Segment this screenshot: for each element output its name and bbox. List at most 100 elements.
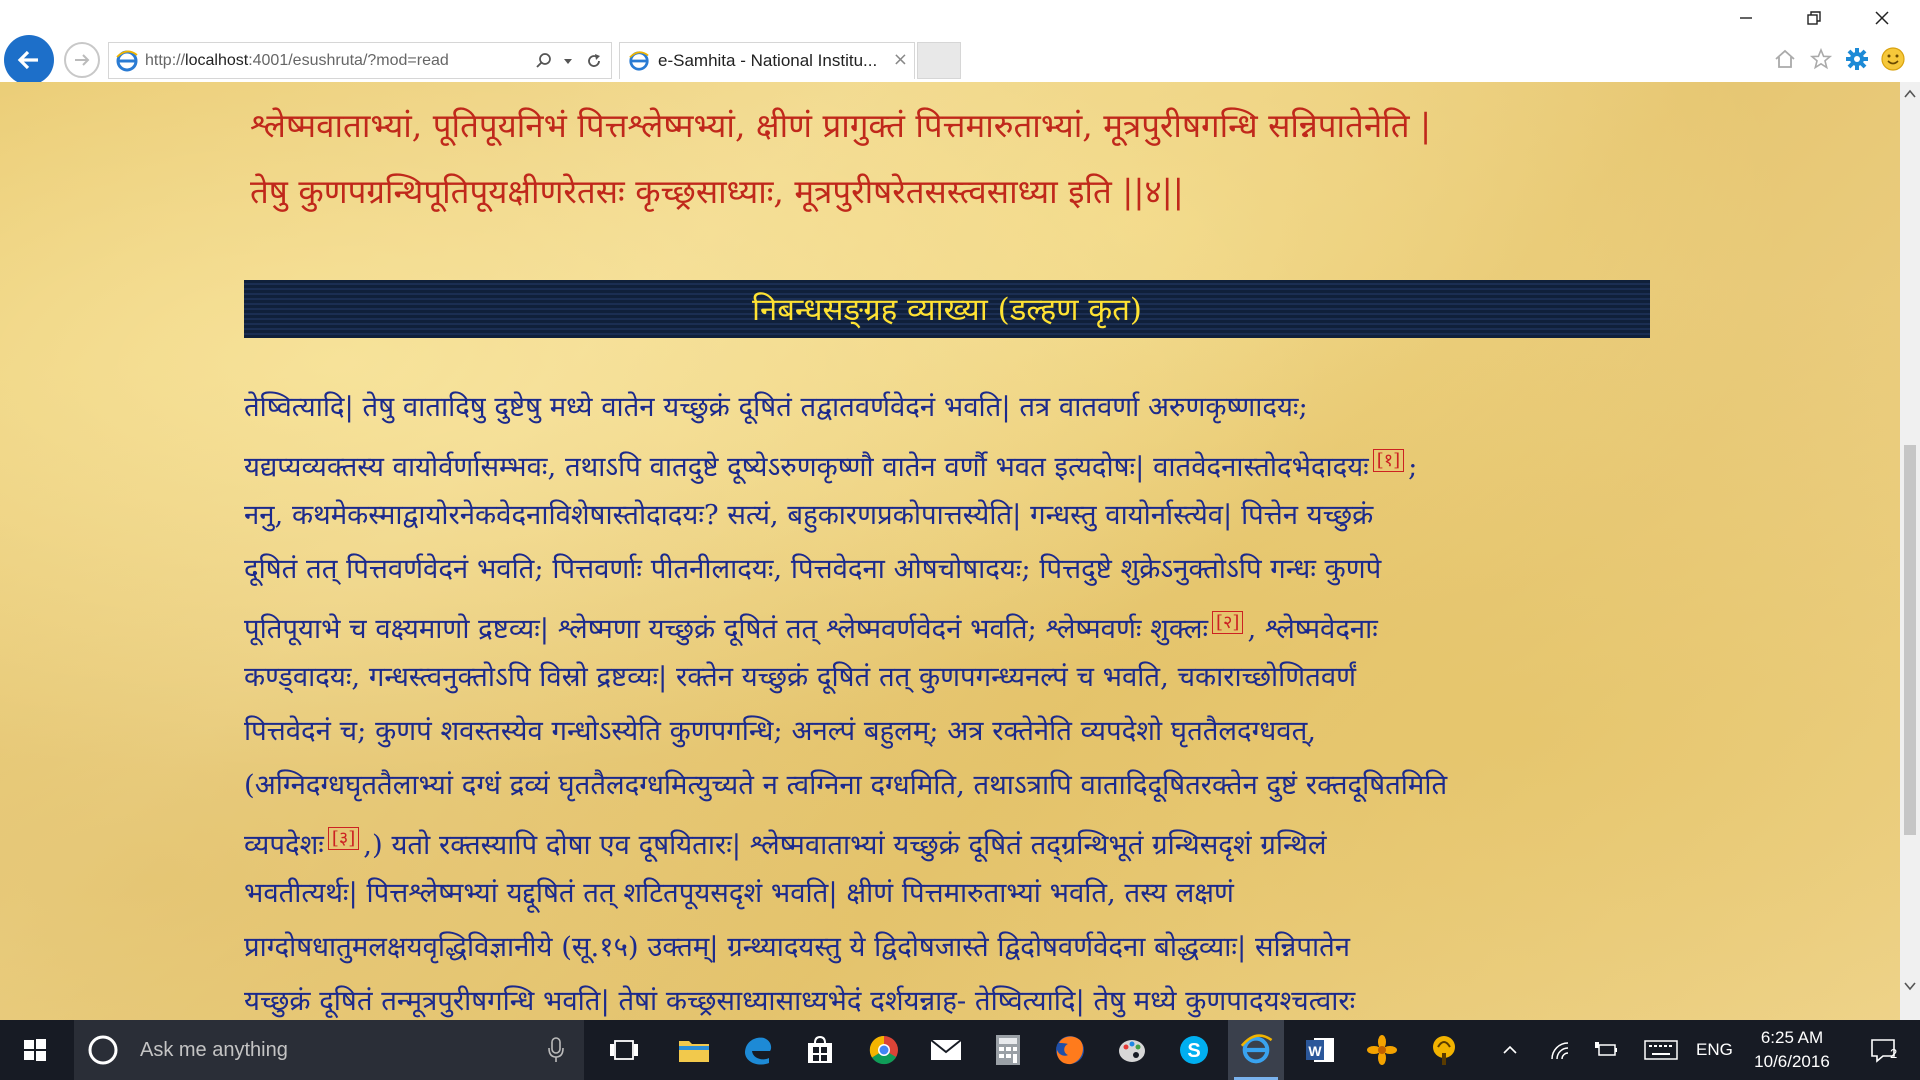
home-button[interactable]	[1770, 44, 1800, 74]
internet-explorer-icon	[1240, 1034, 1273, 1064]
scroll-down-button[interactable]	[1902, 978, 1918, 994]
refresh-button[interactable]	[583, 49, 605, 73]
task-view-icon	[610, 1040, 638, 1060]
commentary-line: (अग्निदग्धघृततैलाभ्यां दग्धं द्रव्यं घृत…	[244, 758, 1664, 812]
new-tab-button[interactable]	[917, 42, 961, 79]
paint-button[interactable]	[1104, 1020, 1160, 1080]
chevron-down-icon	[1904, 982, 1916, 991]
skype-button[interactable]: S	[1166, 1020, 1222, 1080]
feedback-button[interactable]	[1878, 44, 1908, 74]
restore-button[interactable]	[1784, 0, 1844, 36]
gear-icon	[1846, 48, 1868, 70]
commentary-line: व्यपदेशः [३],) यतो रक्तस्यापि दोषा एव दूष…	[244, 812, 1664, 866]
footnote-link[interactable]: [२]	[1212, 611, 1244, 634]
commentary-text: ,) यतो रक्तस्यापि दोषा एव दूषयितारः| श्ल…	[363, 829, 1327, 862]
commentary-text: , श्लेष्मवेदनाः	[1247, 613, 1378, 646]
flower-icon	[1367, 1035, 1397, 1065]
back-button[interactable]	[4, 35, 54, 85]
edge-button[interactable]	[730, 1020, 786, 1080]
commentary-text: व्यपदेशः	[244, 829, 324, 862]
word-button[interactable]: W	[1292, 1020, 1348, 1080]
commentary-line: प्राग्दोषधातुमलक्षयवृद्धिविज्ञानीये (सू.…	[244, 920, 1664, 974]
address-dropdown[interactable]	[557, 49, 579, 73]
svg-text:S: S	[1187, 1040, 1200, 1062]
commentary-text: भवतीत्यर्थः| पित्तश्लेष्मभ्यां यद्दूषितं…	[244, 877, 1234, 909]
tab-close-button[interactable]: ×	[893, 49, 908, 70]
calculator-button[interactable]	[980, 1020, 1036, 1080]
favorites-button[interactable]	[1806, 44, 1836, 74]
lamp-app-button[interactable]	[1416, 1020, 1472, 1080]
battery-button[interactable]	[1588, 1020, 1624, 1080]
footnote-link[interactable]: [१]	[1372, 449, 1405, 472]
firefox-button[interactable]	[1042, 1020, 1098, 1080]
commentary-body: तेष्वित्यादि| तेषु वातादिषु दुष्टेषु मध्…	[244, 380, 1664, 1020]
commentary-text: ननु, कथमेकस्माद्वायोरनेकवेदनाविशेषास्तोद…	[244, 499, 1374, 531]
forward-button[interactable]	[64, 42, 100, 78]
cortana-search-box[interactable]: Ask me anything	[74, 1020, 584, 1080]
task-view-button[interactable]	[596, 1020, 652, 1080]
commentary-text: यच्छुक्रं दूषितं तन्मूत्रपुरीषगन्धि भवति…	[244, 985, 1356, 1017]
microphone-icon[interactable]	[546, 1036, 566, 1064]
vertical-scrollbar[interactable]	[1900, 82, 1920, 1020]
battery-icon	[1595, 1042, 1617, 1056]
home-icon	[1775, 49, 1795, 68]
arrow-left-icon	[17, 50, 38, 70]
clock-time: 6:25 AM	[1760, 1028, 1824, 1047]
store-icon	[808, 1035, 832, 1063]
lamp-icon	[1433, 1036, 1455, 1065]
address-bar[interactable]: http://localhost:4001/esushruta/?mod=rea…	[108, 42, 612, 79]
tab-e-samhita[interactable]: e-Samhita - National Institu... ×	[619, 42, 915, 79]
commentary-text: पूतिपूयाभे च वक्ष्यमाणो द्रष्टव्यः| श्ले…	[244, 613, 1209, 646]
verse-line: तेषु कुणपग्रन्थिपूतिपूयक्षीणरेतसः कृच्छ्…	[250, 172, 1184, 211]
search-address-button[interactable]	[533, 49, 555, 73]
store-button[interactable]	[792, 1020, 848, 1080]
network-button[interactable]	[1542, 1020, 1578, 1080]
ie-tab-icon	[629, 51, 649, 71]
commentary-line: पित्तवेदनं च; कुणपं शवस्तस्येव गन्धोऽस्य…	[244, 704, 1664, 758]
chrome-button[interactable]	[856, 1020, 912, 1080]
clock[interactable]: 6:25 AM 10/6/2016	[1742, 1026, 1842, 1074]
search-icon	[536, 53, 551, 68]
chevron-up-icon	[1503, 1045, 1517, 1054]
commentary-line: पूतिपूयाभे च वक्ष्यमाणो द्रष्टव्यः| श्ले…	[244, 596, 1664, 650]
address-url[interactable]: http://localhost:4001/esushruta/?mod=rea…	[145, 52, 525, 70]
windows-taskbar: Ask me anything S W ENG 6:25 AM 10/6/201…	[0, 1020, 1920, 1080]
restore-icon	[1807, 11, 1821, 25]
commentary-header: निबन्धसङ्ग्रह व्याख्या (डल्हण कृत)	[244, 280, 1650, 338]
scroll-up-button[interactable]	[1902, 86, 1918, 102]
minimize-button[interactable]	[1716, 0, 1776, 36]
scroll-thumb[interactable]	[1904, 445, 1916, 835]
file-explorer-button[interactable]	[666, 1020, 722, 1080]
mail-icon	[930, 1039, 962, 1060]
skype-icon: S	[1180, 1036, 1208, 1064]
ie-page-icon	[116, 50, 138, 71]
show-hidden-icons-button[interactable]	[1492, 1020, 1528, 1080]
settings-button[interactable]	[1842, 44, 1872, 74]
commentary-text: यद्यप्यव्यक्तस्य वायोर्वर्णासम्भवः, तथाऽ…	[244, 451, 1369, 484]
notification-badge: 2	[1890, 1046, 1898, 1061]
touch-keyboard-button[interactable]	[1638, 1020, 1684, 1080]
cortana-icon	[88, 1035, 118, 1065]
input-language[interactable]: ENG	[1696, 1020, 1733, 1080]
smiley-icon	[1881, 47, 1905, 71]
footnote-link[interactable]: [३]	[327, 827, 360, 850]
flower-app-button[interactable]	[1354, 1020, 1410, 1080]
arrow-right-icon	[75, 54, 90, 66]
keyboard-icon	[1644, 1040, 1678, 1060]
calculator-icon	[996, 1035, 1020, 1065]
refresh-icon	[588, 54, 600, 67]
verse-line: श्लेष्मवाताभ्यां, पूतिपूयनिभं पित्तश्लेष…	[250, 106, 1432, 145]
close-window-button[interactable]	[1852, 0, 1912, 36]
commentary-line: यच्छुक्रं दूषितं तन्मूत्रपुरीषगन्धि भवति…	[244, 974, 1664, 1020]
commentary-title: निबन्धसङ्ग्रह व्याख्या (डल्हण कृत)	[751, 292, 1143, 328]
start-button[interactable]	[0, 1020, 70, 1080]
action-center-button[interactable]: 2	[1856, 1020, 1912, 1080]
firefox-icon	[1056, 1036, 1084, 1065]
commentary-text: ;	[1408, 451, 1418, 484]
commentary-text: कण्ड्वादयः, गन्धस्त्वनुक्तोऽपि विस्रो द्…	[244, 661, 1357, 693]
internet-explorer-button[interactable]	[1228, 1020, 1284, 1080]
minimize-icon	[1740, 17, 1752, 19]
commentary-line: कण्ड्वादयः, गन्धस्त्वनुक्तोऽपि विस्रो द्…	[244, 650, 1664, 704]
browser-chrome: http://localhost:4001/esushruta/?mod=rea…	[0, 0, 1920, 85]
mail-button[interactable]	[918, 1020, 974, 1080]
